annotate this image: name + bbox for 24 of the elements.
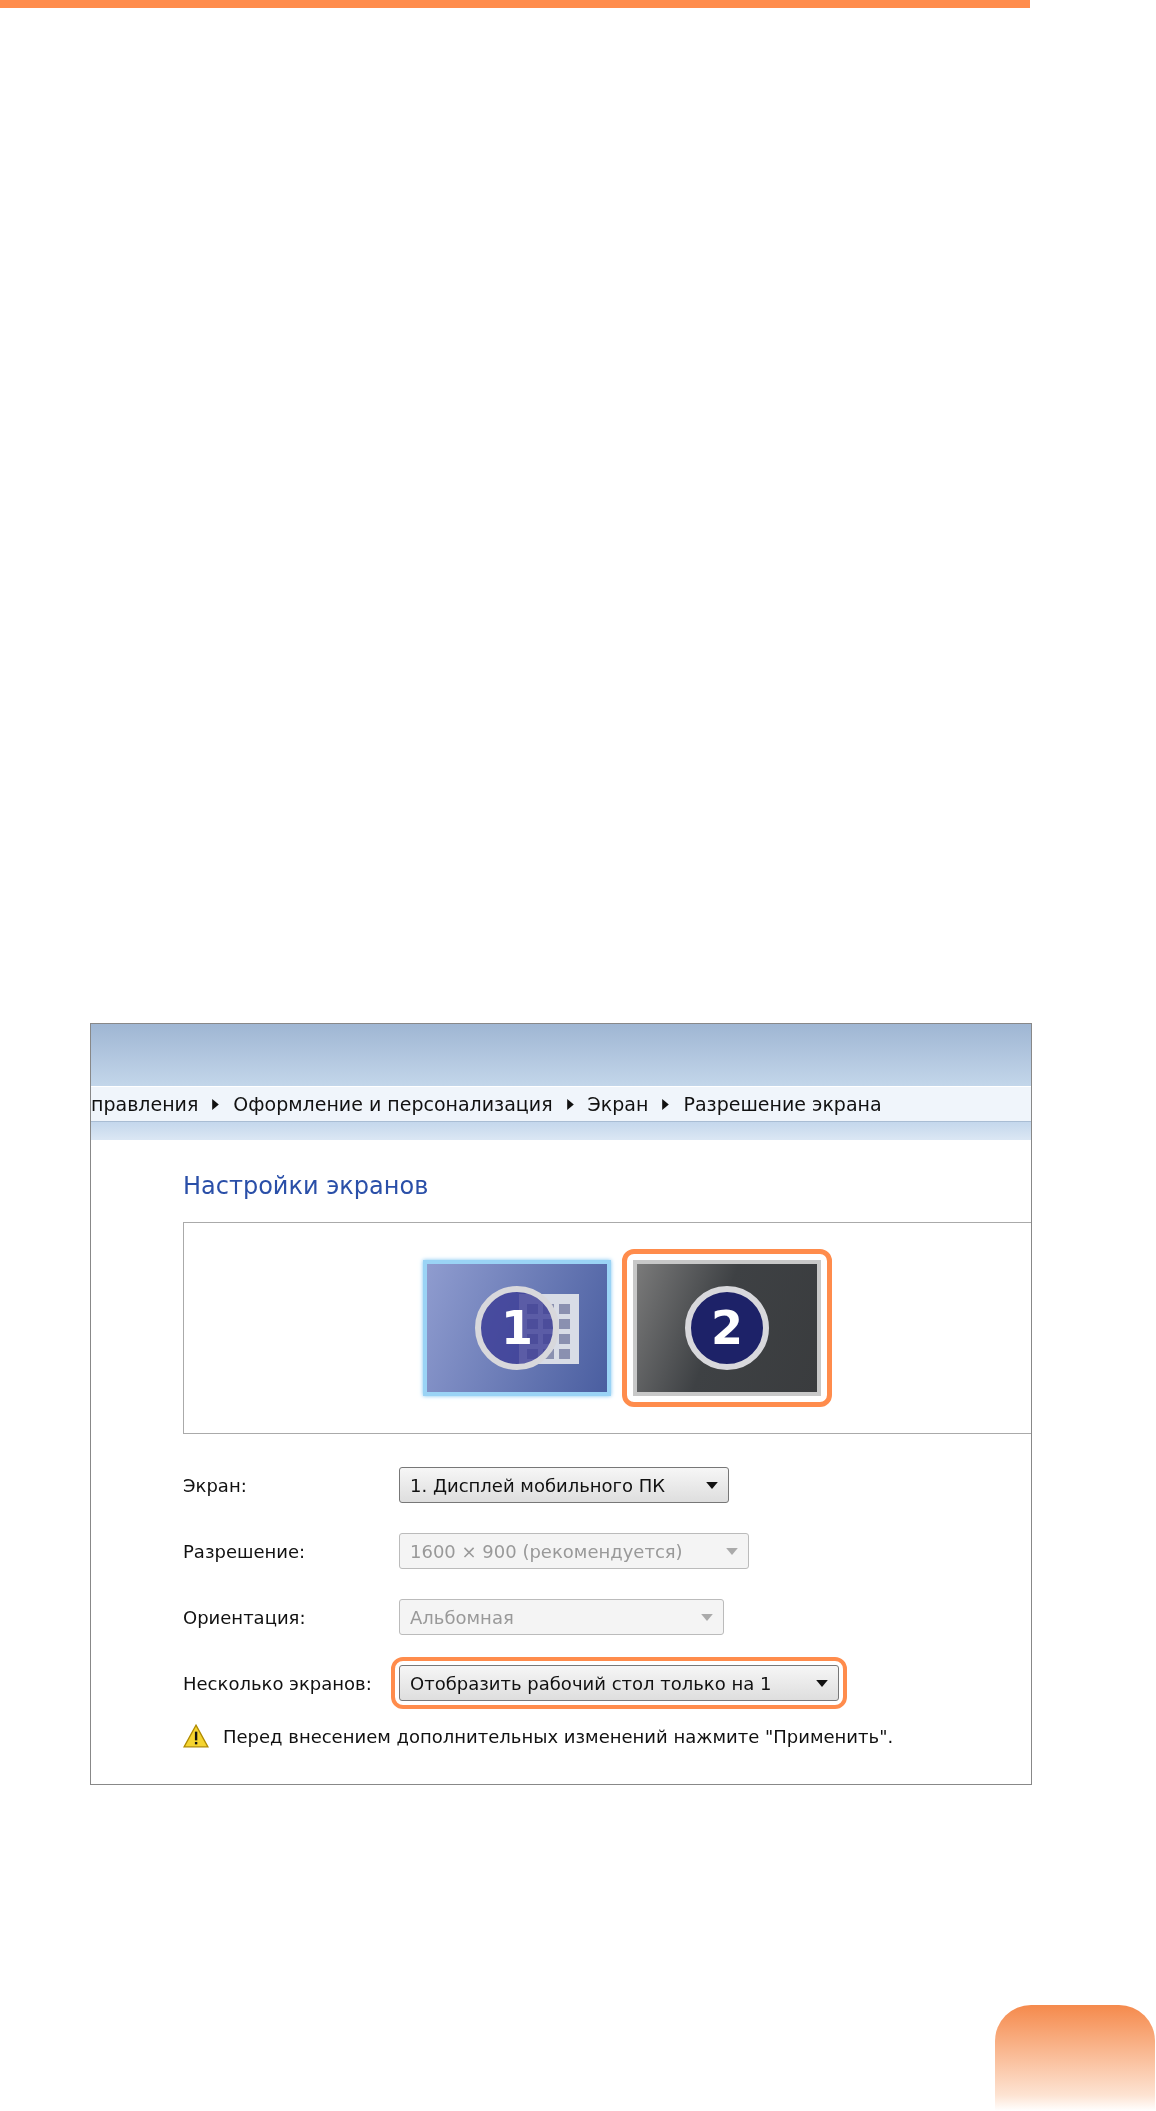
caret-icon [701,1613,713,1621]
breadcrumb-arrow-icon [566,1098,574,1110]
setting-label: Разрешение: [183,1540,307,1562]
caret-icon [726,1547,738,1555]
monitor-tile[interactable]: 1 [423,1260,611,1396]
setting-label: Ориентация: [183,1606,307,1628]
breadcrumb-arrow-icon [662,1098,670,1110]
setting-label: Экран: [183,1474,248,1496]
caret-icon [816,1679,828,1687]
dropdown[interactable]: Отобразить рабочий стол только на 1 [399,1665,839,1701]
monitor-number: 1 [475,1286,559,1370]
breadcrumb-item[interactable]: Экран [587,1093,649,1115]
section-heading: Настройки экранов [183,1172,430,1200]
breadcrumb-item[interactable]: Разрешение экрана [683,1093,882,1115]
breadcrumb-item[interactable]: Оформление и персонализация [233,1093,553,1115]
monitor-number: 2 [685,1286,769,1370]
caret-icon [706,1481,718,1489]
warning-text: Перед внесением дополнительных изменений нажмите "Применить". [223,1725,894,1747]
dropdown[interactable]: 1. Дисплей мобильного ПК [399,1467,729,1503]
breadcrumb-item[interactable]: правления [91,1093,199,1115]
warning-icon [183,1724,209,1748]
breadcrumb-arrow-icon [212,1098,220,1110]
monitor-tile[interactable]: 2 [633,1260,821,1396]
setting-label: Несколько экранов: [183,1672,373,1694]
